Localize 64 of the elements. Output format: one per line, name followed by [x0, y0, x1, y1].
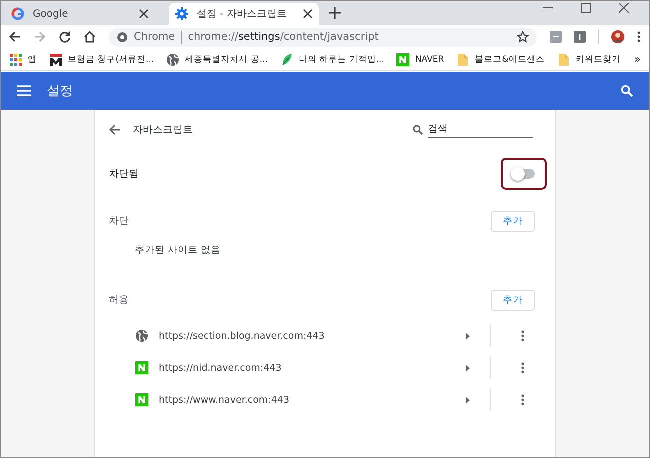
bookmark[interactable]: 보험금 청구(서류전... [49, 52, 154, 66]
more-icon[interactable] [521, 330, 525, 342]
site-url[interactable]: https://nid.naver.com:443 [159, 362, 466, 374]
add-button[interactable]: 추가 [491, 210, 535, 232]
naver-icon [135, 361, 149, 375]
home-icon[interactable] [84, 31, 96, 43]
site-info-icon[interactable] [117, 32, 128, 42]
gear-icon [175, 7, 189, 21]
back-icon[interactable] [109, 124, 121, 136]
extension-icon[interactable] [574, 31, 586, 43]
browser-tab[interactable]: Google [5, 3, 155, 25]
more-icon[interactable] [521, 362, 525, 374]
search-icon[interactable] [621, 85, 633, 97]
expand-arrow-icon[interactable] [466, 332, 470, 340]
site-url[interactable]: https://www.naver.com:443 [159, 394, 466, 406]
tab-title: Google [33, 8, 70, 20]
folder-icon [456, 52, 470, 66]
apps-icon [9, 52, 23, 66]
naver-icon [396, 52, 410, 66]
naver-icon [135, 393, 149, 407]
profile-avatar-icon[interactable] [611, 30, 625, 44]
expand-arrow-icon[interactable] [466, 364, 470, 372]
section-title: 자바스크립트 [133, 124, 194, 137]
expand-arrow-icon[interactable] [466, 396, 470, 404]
star-icon[interactable] [517, 31, 529, 43]
bookmark[interactable]: 앱 [9, 52, 37, 66]
google-icon [11, 7, 25, 21]
search-field[interactable]: 검색 [413, 122, 535, 138]
empty-message: 추가된 사이트 없음 [134, 244, 222, 258]
close-icon[interactable] [139, 9, 149, 19]
leaf-icon [280, 52, 294, 66]
toggle-switch[interactable] [513, 169, 535, 179]
site-url[interactable]: https://section.blog.naver.com:443 [159, 330, 466, 342]
globe-icon [135, 329, 149, 343]
search-icon [413, 125, 423, 135]
close-icon[interactable] [303, 9, 313, 19]
more-icon[interactable] [521, 394, 525, 406]
add-button[interactable]: 추가 [491, 290, 535, 310]
bookmark[interactable]: 키워드찾기 [556, 52, 621, 66]
url-text: chrome://settings/content/javascript [188, 31, 380, 43]
bookmark[interactable]: 나의 하루는 기적입... [280, 52, 384, 66]
back-icon[interactable] [9, 31, 21, 43]
reload-icon[interactable] [59, 31, 71, 43]
globe-icon [166, 52, 180, 66]
menu-icon[interactable] [17, 85, 31, 97]
section-label: 차단 [109, 215, 129, 228]
section-label: 허용 [109, 294, 129, 307]
setting-label: 차단됨 [109, 168, 139, 181]
tab-title: 설정 - 자바스크립트 [197, 8, 288, 21]
more-bookmarks-button[interactable]: » [634, 53, 641, 66]
bookmark[interactable]: 세종특별자치시 공... [166, 52, 268, 66]
bookmark[interactable]: 블로그&애드센스 [456, 52, 545, 66]
new-tab-icon[interactable] [329, 7, 341, 19]
folder-icon [556, 52, 571, 66]
maximize-icon[interactable] [581, 3, 591, 13]
extension-icon[interactable] [550, 31, 562, 43]
address-bar[interactable]: Chrome chrome://settings/content/javascript [109, 28, 537, 46]
close-icon[interactable] [619, 3, 629, 13]
page-title: 설정 [47, 83, 73, 100]
chrome-label: Chrome [134, 31, 176, 43]
browser-tab[interactable]: 설정 - 자바스크립트 [169, 3, 319, 25]
menu-icon[interactable] [637, 31, 641, 43]
bookmark[interactable]: NAVER [396, 52, 444, 66]
logo-icon [49, 52, 63, 66]
